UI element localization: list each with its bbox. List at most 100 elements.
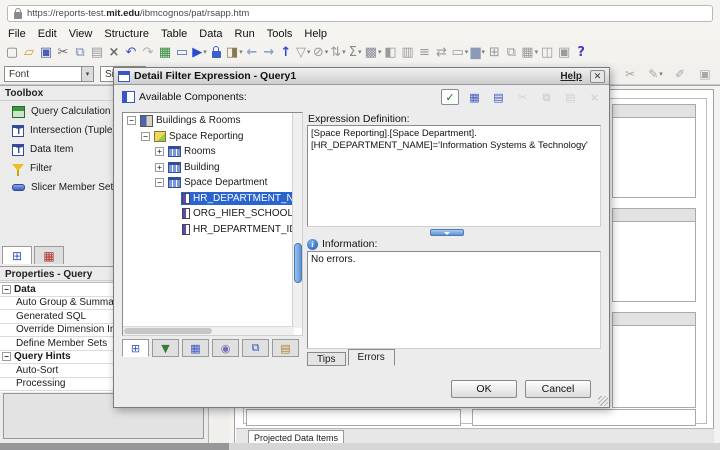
menu-item[interactable]: Run — [229, 27, 261, 41]
address-bar[interactable]: https://reports-test.mit.edu/ibmcognos/p… — [7, 5, 713, 22]
save-button[interactable]: ▣ — [38, 43, 55, 62]
scrollbar-thumb[interactable] — [294, 243, 302, 283]
tree-expander-icon[interactable]: + — [155, 147, 164, 156]
queries-tab[interactable]: ▦ — [182, 339, 209, 357]
chevron-down-icon[interactable]: ▾ — [81, 67, 93, 81]
cut-expression-button[interactable]: ✂ — [514, 89, 531, 105]
cut-button[interactable]: ✂ — [55, 43, 72, 62]
run-report-button[interactable]: ▶▾ — [191, 43, 208, 62]
source-tab[interactable]: ⊞ — [122, 339, 149, 357]
forward-button[interactable]: → — [261, 43, 278, 62]
back-button[interactable]: ← — [244, 43, 261, 62]
tree-item-org-hier-school[interactable]: ORG_HIER_SCHOOL_ — [123, 206, 302, 222]
paste-expression-button[interactable]: ▤ — [562, 89, 579, 105]
errors-tab[interactable]: Errors — [348, 349, 395, 366]
menu-item[interactable]: Help — [298, 27, 333, 41]
style-cut-icon[interactable]: ✂ — [622, 65, 639, 84]
aggregate-button[interactable]: Σ▾ — [347, 43, 364, 62]
menu-item[interactable]: Tools — [261, 27, 299, 41]
data-items-tab[interactable]: ▼ — [152, 339, 179, 357]
validate-button[interactable]: ✓ — [441, 89, 459, 105]
parameters-tab[interactable]: ⧉ — [242, 339, 269, 357]
delete-expression-button[interactable]: × — [586, 89, 603, 105]
insertable-objects-tab-2[interactable]: ▦ — [34, 246, 64, 264]
page-structure-button[interactable]: ≡ — [416, 43, 433, 62]
swap-rows-columns-button[interactable]: ⇄ — [433, 43, 450, 62]
tree-expander-icon[interactable]: − — [141, 132, 150, 141]
style-pick-icon[interactable]: ✎▾ — [647, 65, 664, 84]
resize-grip[interactable] — [598, 396, 608, 406]
functions-tab[interactable]: ◉ — [212, 339, 239, 357]
tree-expander-icon[interactable] — [169, 225, 178, 234]
tree-item-hr-department-name[interactable]: HR_DEPARTMENT_NA — [123, 191, 302, 207]
tree-item-building[interactable]: + Building — [123, 160, 302, 176]
xml-button[interactable]: ▭ — [174, 43, 191, 62]
insertable-objects-tab-1[interactable]: ⊞ — [2, 246, 32, 264]
new-report-button[interactable]: ▢ — [4, 43, 21, 62]
expression-definition-input[interactable]: [Space Reporting].[Space Department].[HR… — [307, 125, 601, 227]
paste-button[interactable]: ▤ — [89, 43, 106, 62]
font-select[interactable]: Font ▾ — [4, 66, 94, 82]
tree-horizontal-scrollbar[interactable] — [123, 326, 294, 335]
redo-button[interactable]: ↷ — [140, 43, 157, 62]
main-toolbar: ▢ ▱ ▣ ✂ ⧉ ▤ × ↶ ↷ ▦ ▭ ▶▾ ◨▾ ← → ↑ ▽▾ ⊘▾ … — [0, 41, 720, 63]
table-button[interactable]: ▦▾ — [520, 43, 539, 62]
list-layout-button[interactable]: ▥ — [399, 43, 416, 62]
delete-button[interactable]: × — [106, 43, 123, 62]
lock-page-objects-button[interactable] — [208, 43, 225, 62]
parent-button[interactable]: ↑ — [278, 43, 295, 62]
copy-button[interactable]: ⧉ — [72, 43, 89, 62]
tree-item-hr-department-id[interactable]: HR_DEPARTMENT_ID — [123, 222, 302, 238]
menu-item[interactable]: Structure — [98, 27, 155, 41]
tree-vertical-scrollbar[interactable] — [292, 113, 302, 328]
cancel-button[interactable]: Cancel — [525, 380, 591, 398]
section-button[interactable]: ▩▾ — [364, 43, 383, 62]
tips-tab[interactable]: Tips — [307, 352, 346, 366]
headers-footers-button[interactable]: ◧ — [382, 43, 399, 62]
menu-item[interactable]: View — [63, 27, 99, 41]
tree-expander-icon[interactable] — [169, 209, 178, 218]
dialog-titlebar[interactable]: Detail Filter Expression - Query1 Help ✕ — [114, 68, 609, 85]
tree-item-rooms[interactable]: + Rooms — [123, 144, 302, 160]
split-cells-button[interactable]: ◫ — [539, 43, 556, 62]
left-pane-tabs: ⊞ ▦ — [2, 246, 64, 264]
tree-expander-icon[interactable]: + — [155, 163, 164, 172]
open-report-button[interactable]: ▱ — [21, 43, 38, 62]
query-pane-box — [612, 208, 696, 302]
image-style-icon[interactable]: ▣ — [697, 65, 714, 84]
apply-style-icon[interactable]: ✐ — [672, 65, 689, 84]
copy-expression-button[interactable]: ⧉ — [538, 89, 555, 105]
sort-button[interactable]: ⇅▾ — [329, 43, 346, 62]
chart-button[interactable]: ▆▾ — [469, 43, 486, 62]
help-button[interactable]: ? — [573, 43, 590, 62]
dialog-help-link[interactable]: Help — [560, 71, 582, 82]
menu-item[interactable]: Edit — [32, 27, 63, 41]
insert-value-button[interactable]: ▦ — [466, 89, 483, 105]
expression-splitter-handle[interactable] — [430, 229, 464, 236]
suppress-button[interactable]: ⊘▾ — [312, 43, 329, 62]
undo-button[interactable]: ↶ — [123, 43, 140, 62]
tree-expander-icon[interactable]: − — [155, 178, 164, 187]
collapse-icon[interactable]: − — [2, 352, 11, 361]
scrollbar-thumb[interactable] — [124, 328, 212, 334]
filter-button[interactable]: ▽▾ — [295, 43, 312, 62]
collapse-icon[interactable]: − — [2, 285, 11, 294]
crosstab-button[interactable]: ⊞ — [486, 43, 503, 62]
tree-item-space-reporting[interactable]: − Space Reporting — [123, 129, 302, 145]
menu-item[interactable]: Data — [193, 27, 228, 41]
macros-tab[interactable]: ▤ — [272, 339, 299, 357]
page-layers-button[interactable]: ▭▾ — [450, 43, 469, 62]
ok-button[interactable]: OK — [451, 380, 517, 398]
menu-item[interactable]: Table — [155, 27, 193, 41]
close-icon[interactable]: ✕ — [590, 70, 605, 83]
merge-cells-button[interactable]: ▣ — [556, 43, 573, 62]
tree-item-space-department[interactable]: − Space Department — [123, 175, 302, 191]
tree-item-buildings-rooms[interactable]: − Buildings & Rooms — [123, 113, 302, 129]
menu-item[interactable]: File — [2, 27, 32, 41]
export-excel-button[interactable]: ▦ — [157, 43, 174, 62]
tree-expander-icon[interactable] — [169, 194, 178, 203]
insert-package-button[interactable]: ◨▾ — [225, 43, 244, 62]
tree-expander-icon[interactable]: − — [127, 116, 136, 125]
copy-format-button[interactable]: ⧉ — [503, 43, 520, 62]
comment-button[interactable]: ▤ — [490, 89, 507, 105]
